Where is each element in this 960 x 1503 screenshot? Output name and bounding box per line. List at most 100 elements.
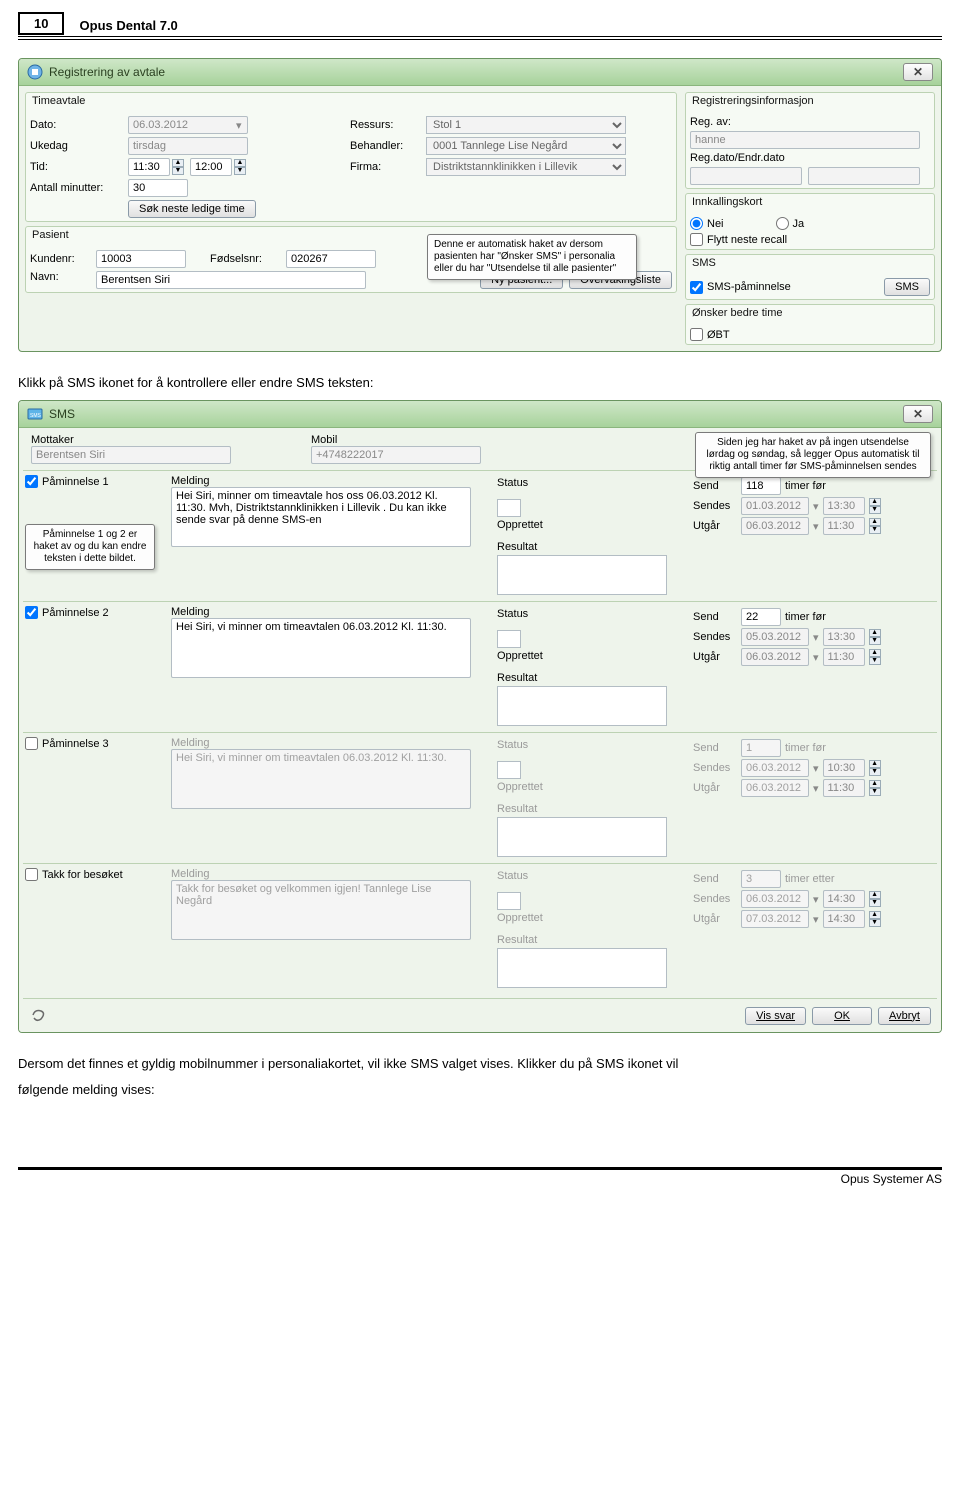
vis-svar-button[interactable]: Vis svar — [745, 1007, 806, 1025]
reminder-checkbox[interactable]: Takk for besøket — [25, 868, 123, 881]
reminder-row-1: Påminnelse 1MeldingHei Siri, minner om t… — [23, 470, 937, 601]
tid-from-input[interactable] — [128, 158, 170, 176]
send-label: Send — [693, 873, 737, 885]
tid-to-input[interactable] — [190, 158, 232, 176]
reminder-checkbox[interactable]: Påminnelse 1 — [25, 475, 109, 488]
mobil-label: Mobil — [311, 434, 481, 446]
close-icon: ✕ — [913, 407, 923, 421]
status-box — [497, 892, 521, 910]
close-button[interactable]: ✕ — [903, 63, 933, 81]
resultat-box — [497, 817, 667, 857]
sms-callout: Denne er automatisk haket av dersom pasi… — [427, 234, 637, 280]
sendes-date[interactable] — [741, 628, 809, 646]
ressurs-select[interactable]: Stol 1 — [426, 116, 626, 134]
utgar-date[interactable] — [741, 779, 809, 797]
utgar-time[interactable] — [823, 779, 865, 797]
regdato-input — [690, 167, 802, 185]
sendes-spinner[interactable]: ▲▼ — [869, 760, 881, 776]
utgar-spinner[interactable]: ▲▼ — [869, 911, 881, 927]
status-box — [497, 630, 521, 648]
window-title: Registrering av avtale — [49, 65, 903, 79]
titlebar: Registrering av avtale ✕ — [19, 59, 941, 86]
innkalling-nei-radio[interactable]: Nei — [690, 217, 724, 230]
timeavtale-legend: Timeavtale — [26, 93, 676, 113]
sok-neste-button[interactable]: Søk neste ledige time — [128, 200, 256, 218]
resultat-box — [497, 948, 667, 988]
utgar-date[interactable] — [741, 910, 809, 928]
sms-group: SMS SMS-påminnelse SMS — [685, 254, 935, 300]
close-icon: ✕ — [913, 65, 923, 79]
register-icon — [27, 64, 43, 80]
sendes-label: Sendes — [693, 500, 737, 512]
utgar-date[interactable] — [741, 517, 809, 535]
send-input — [741, 739, 781, 757]
innkalling-ja-radio[interactable]: Ja — [776, 217, 805, 230]
attachment-icon[interactable] — [29, 1005, 47, 1026]
utgar-label: Utgår — [693, 651, 737, 663]
minutter-input[interactable] — [128, 179, 188, 197]
sendes-date[interactable] — [741, 497, 809, 515]
sms-window-title: SMS — [49, 407, 903, 421]
utgar-time[interactable] — [823, 910, 865, 928]
sendes-date[interactable] — [741, 759, 809, 777]
resultat-label: Resultat — [497, 672, 687, 684]
status-label: Status — [497, 739, 687, 751]
appointment-window: Registrering av avtale ✕ Timeavtale Dato… — [18, 58, 942, 352]
sendes-time[interactable] — [823, 890, 865, 908]
reginfo-legend: Registreringsinformasjon — [686, 93, 934, 113]
sendes-time[interactable] — [823, 628, 865, 646]
onsker-legend: Ønsker bedre time — [686, 305, 934, 325]
status-label: Status — [497, 870, 687, 882]
svg-text:SMS: SMS — [30, 413, 42, 419]
utgar-date[interactable] — [741, 648, 809, 666]
ok-button[interactable]: OK — [812, 1007, 872, 1025]
tid-from-spinner[interactable]: ▲▼ — [172, 159, 184, 175]
behandler-select[interactable]: 0001 Tannlege Lise Negård — [426, 137, 626, 155]
reginfo-group: Registreringsinformasjon Reg. av: Reg.da… — [685, 92, 935, 189]
sendes-spinner[interactable]: ▲▼ — [869, 498, 881, 514]
innkalling-group: Innkallingskort Nei Ja Flytt neste recal… — [685, 193, 935, 250]
timeavtale-group: Timeavtale Dato: ▾ Ukedag Tid: ▲▼ ▲▼ — [25, 92, 677, 222]
dato-input[interactable] — [128, 116, 248, 134]
utgar-spinner[interactable]: ▲▼ — [869, 780, 881, 796]
timer-label: timer før — [785, 611, 826, 623]
utgar-time[interactable] — [823, 517, 865, 535]
sms-paminnelse-checkbox[interactable]: SMS-påminnelse — [690, 281, 791, 294]
sms-icon: SMS — [27, 406, 43, 422]
avbryt-button[interactable]: Avbryt — [878, 1007, 931, 1025]
melding-textarea[interactable]: Hei Siri, vi minner om timeavtalen 06.03… — [171, 618, 471, 678]
send-input[interactable] — [741, 477, 781, 495]
melding-label: Melding — [171, 868, 223, 880]
send-input[interactable] — [741, 608, 781, 626]
reminder-checkbox[interactable]: Påminnelse 2 — [25, 606, 109, 619]
mottaker-input — [31, 446, 231, 464]
sendes-spinner[interactable]: ▲▼ — [869, 891, 881, 907]
sms-button[interactable]: SMS — [884, 278, 930, 296]
sms-close-button[interactable]: ✕ — [903, 405, 933, 423]
sms-titlebar: SMS SMS ✕ — [19, 401, 941, 428]
reminder-checkbox[interactable]: Påminnelse 3 — [25, 737, 109, 750]
tid-to-spinner[interactable]: ▲▼ — [234, 159, 246, 175]
firma-select[interactable]: Distriktstannklinikken i Lillevik — [426, 158, 626, 176]
sendes-time[interactable] — [823, 759, 865, 777]
utgar-spinner[interactable]: ▲▼ — [869, 518, 881, 534]
obt-checkbox[interactable]: ØBT — [690, 328, 730, 341]
resultat-label: Resultat — [497, 934, 687, 946]
tid-label: Tid: — [30, 161, 122, 173]
melding-label: Melding — [171, 606, 223, 618]
navn-input[interactable] — [96, 271, 366, 289]
sendes-time[interactable] — [823, 497, 865, 515]
melding-textarea[interactable]: Hei Siri, minner om timeavtale hos oss 0… — [171, 487, 471, 547]
sendes-date[interactable] — [741, 890, 809, 908]
paragraph-2a: Dersom det finnes et gyldig mobilnummer … — [18, 1047, 942, 1081]
status-label: Status — [497, 477, 687, 489]
fodselsnr-input[interactable] — [286, 250, 376, 268]
kundenr-input[interactable] — [96, 250, 186, 268]
utgar-label: Utgår — [693, 782, 737, 794]
sendes-spinner[interactable]: ▲▼ — [869, 629, 881, 645]
flytt-recall-checkbox[interactable]: Flytt neste recall — [690, 233, 787, 246]
utgar-spinner[interactable]: ▲▼ — [869, 649, 881, 665]
page-header: 10 Opus Dental 7.0 — [18, 12, 942, 40]
calendar-drop-icon[interactable]: ▾ — [236, 119, 242, 132]
utgar-time[interactable] — [823, 648, 865, 666]
